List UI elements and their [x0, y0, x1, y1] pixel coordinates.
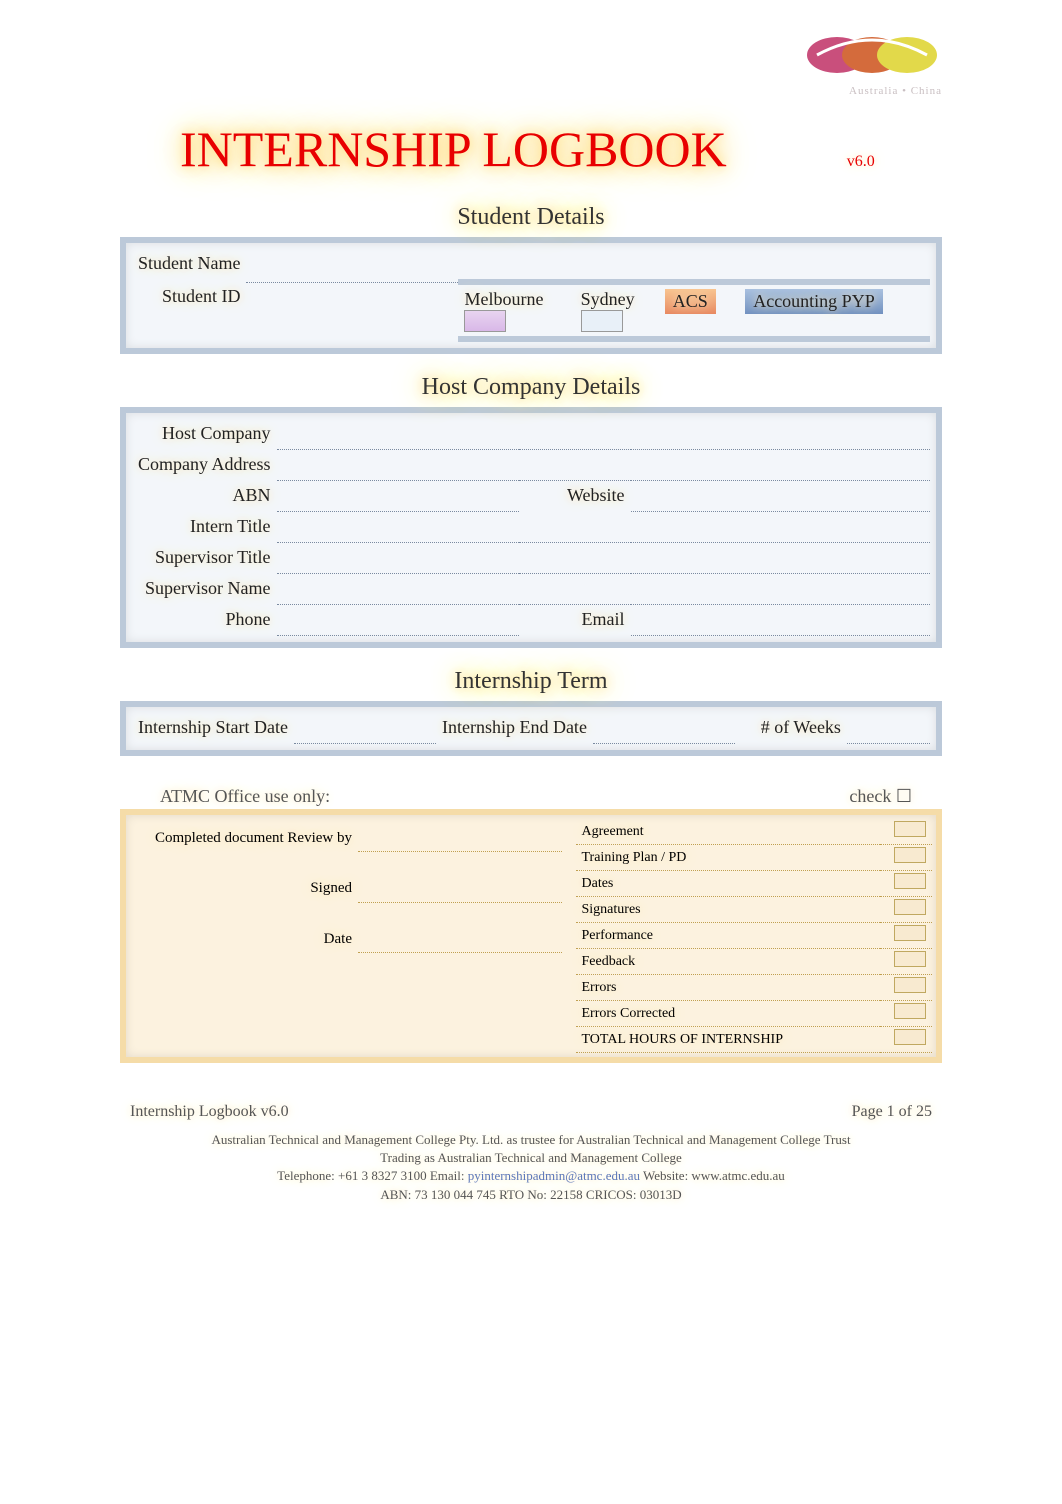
checklist-checkbox[interactable]	[894, 925, 926, 941]
checklist-label: Feedback	[576, 949, 881, 975]
sydney-label: Sydney	[581, 289, 635, 309]
checklist-checkbox[interactable]	[894, 951, 926, 967]
page-title: INTERNSHIP LOGBOOK	[180, 120, 727, 178]
checklist-row: TOTAL HOURS OF INTERNSHIP	[576, 1027, 933, 1053]
footer-left: Internship Logbook v6.0	[130, 1103, 289, 1121]
checklist-checkbox[interactable]	[894, 821, 926, 837]
weeks-label: # of Weeks	[735, 713, 847, 744]
logo	[802, 30, 942, 80]
checklist-label: Signatures	[576, 897, 881, 923]
student-details-heading: Student Details	[120, 204, 942, 231]
host-company-heading: Host Company Details	[120, 374, 942, 401]
logo-subtext: Australia • China	[120, 85, 942, 97]
accounting-label: Accounting PYP	[753, 291, 875, 311]
footer-email-link[interactable]: pyinternshipadmin@atmc.edu.au	[468, 1168, 640, 1183]
checklist-checkbox[interactable]	[894, 1003, 926, 1019]
sydney-checkbox[interactable]	[581, 310, 623, 332]
logo-area: Australia • China	[120, 30, 942, 110]
checklist-label: TOTAL HOURS OF INTERNSHIP	[576, 1027, 881, 1053]
version-label: v6.0	[847, 153, 875, 171]
internship-term-heading: Internship Term	[120, 668, 942, 695]
checklist-label: Dates	[576, 871, 881, 897]
footer-right: Page 1 of 25	[852, 1103, 932, 1121]
checklist-label: Errors	[576, 975, 881, 1001]
acs-label: ACS	[673, 291, 708, 311]
checklist-label: Performance	[576, 923, 881, 949]
checklist-checkbox[interactable]	[894, 1029, 926, 1045]
checklist-checkbox[interactable]	[894, 873, 926, 889]
host-company-panel: Host Company Company Address ABN Website…	[120, 407, 942, 648]
check-heading: check ☐	[849, 786, 912, 807]
date-label: Date	[136, 926, 358, 953]
host-company-label: Host Company	[132, 419, 277, 450]
footer: Internship Logbook v6.0 Page 1 of 25 Aus…	[120, 1103, 942, 1204]
email-label: Email	[519, 605, 631, 636]
checklist-checkbox[interactable]	[894, 899, 926, 915]
date-field[interactable]	[358, 926, 562, 953]
student-id-label: Student ID	[132, 282, 246, 339]
abn-label: ABN	[132, 481, 277, 512]
supervisor-title-label: Supervisor Title	[132, 543, 277, 574]
office-panel: Completed document Review by Signed Date	[120, 809, 942, 1063]
checklist-row: Signatures	[576, 897, 933, 923]
checklist-label: Agreement	[576, 819, 881, 845]
supervisor-name-label: Supervisor Name	[132, 574, 277, 605]
melbourne-label: Melbourne	[464, 289, 543, 309]
checklist-label: Errors Corrected	[576, 1001, 881, 1027]
checklist-row: Agreement	[576, 819, 933, 845]
checklist-row: Errors	[576, 975, 933, 1001]
melbourne-checkbox[interactable]	[464, 310, 506, 332]
signed-field[interactable]	[358, 876, 562, 903]
website-label: Website	[519, 481, 631, 512]
review-by-field[interactable]	[358, 825, 562, 852]
checklist-row: Errors Corrected	[576, 1001, 933, 1027]
checklist-row: Training Plan / PD	[576, 845, 933, 871]
checklist-checkbox[interactable]	[894, 847, 926, 863]
signed-label: Signed	[136, 876, 358, 903]
checklist-label: Training Plan / PD	[576, 845, 881, 871]
footer-line3: Telephone: +61 3 8327 3100 Email: pyinte…	[120, 1167, 942, 1185]
student-details-panel: Student Name Student ID Melbourne Sydney…	[120, 237, 942, 354]
footer-line2: Trading as Australian Technical and Mana…	[120, 1149, 942, 1167]
internship-term-panel: Internship Start Date Internship End Dat…	[120, 701, 942, 756]
start-date-label: Internship Start Date	[132, 713, 294, 744]
footer-line4: ABN: 73 130 044 745 RTO No: 22158 CRICOS…	[120, 1186, 942, 1204]
checklist-row: Performance	[576, 923, 933, 949]
office-heading: ATMC Office use only:	[160, 786, 330, 807]
intern-title-label: Intern Title	[132, 512, 277, 543]
phone-label: Phone	[132, 605, 277, 636]
checklist-checkbox[interactable]	[894, 977, 926, 993]
footer-line1: Australian Technical and Management Coll…	[120, 1131, 942, 1149]
checklist-row: Feedback	[576, 949, 933, 975]
student-name-label: Student Name	[132, 249, 246, 282]
review-by-label: Completed document Review by	[136, 825, 358, 852]
checklist-row: Dates	[576, 871, 933, 897]
end-date-label: Internship End Date	[436, 713, 593, 744]
company-address-label: Company Address	[132, 450, 277, 481]
